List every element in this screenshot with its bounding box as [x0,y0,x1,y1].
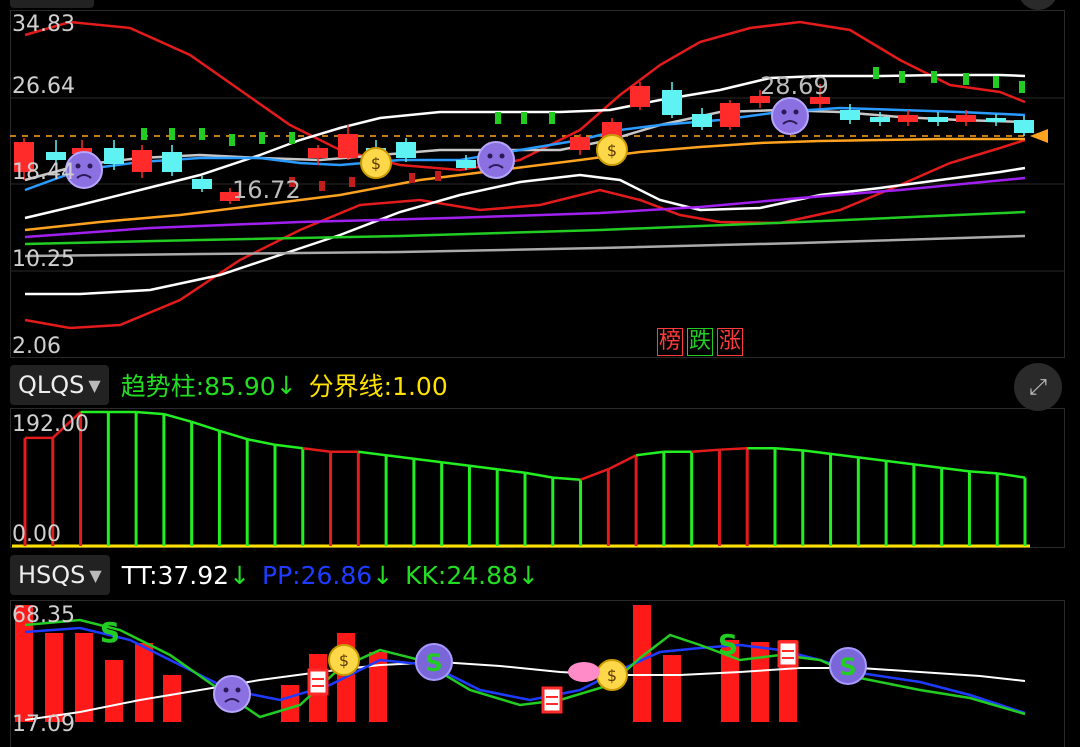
money-bag-icon: $ [607,666,617,685]
hsqs-bar [281,685,299,722]
s-signal-icon: S [425,649,442,677]
sad-face-icon [223,687,229,693]
fish-icon [568,662,600,682]
s-signal-icon: S [718,628,738,661]
hsqs-bar [75,633,93,722]
hsqs-bar [751,642,769,722]
hsqs-bar [45,633,63,722]
hsqs-axis-bottom: 17.09 [12,712,75,737]
hsqs-chart[interactable]: S S $ $ S S [0,0,1080,747]
hsqs-bar [105,660,123,722]
calendar-icon [307,668,329,696]
s-signal-icon: S [839,653,856,681]
sad-face-icon [235,687,241,693]
sad-face-icon [213,675,251,713]
hsqs-bar [663,655,681,722]
hsqs-bar [135,643,153,722]
hsqs-axis-top: 68.35 [12,603,75,628]
calendar-icon [541,686,563,714]
hsqs-bar [369,652,387,722]
money-bag-icon: $ [339,651,349,670]
s-signal-icon: S [100,616,120,649]
hsqs-bar [163,675,181,722]
calendar-icon [777,640,799,668]
